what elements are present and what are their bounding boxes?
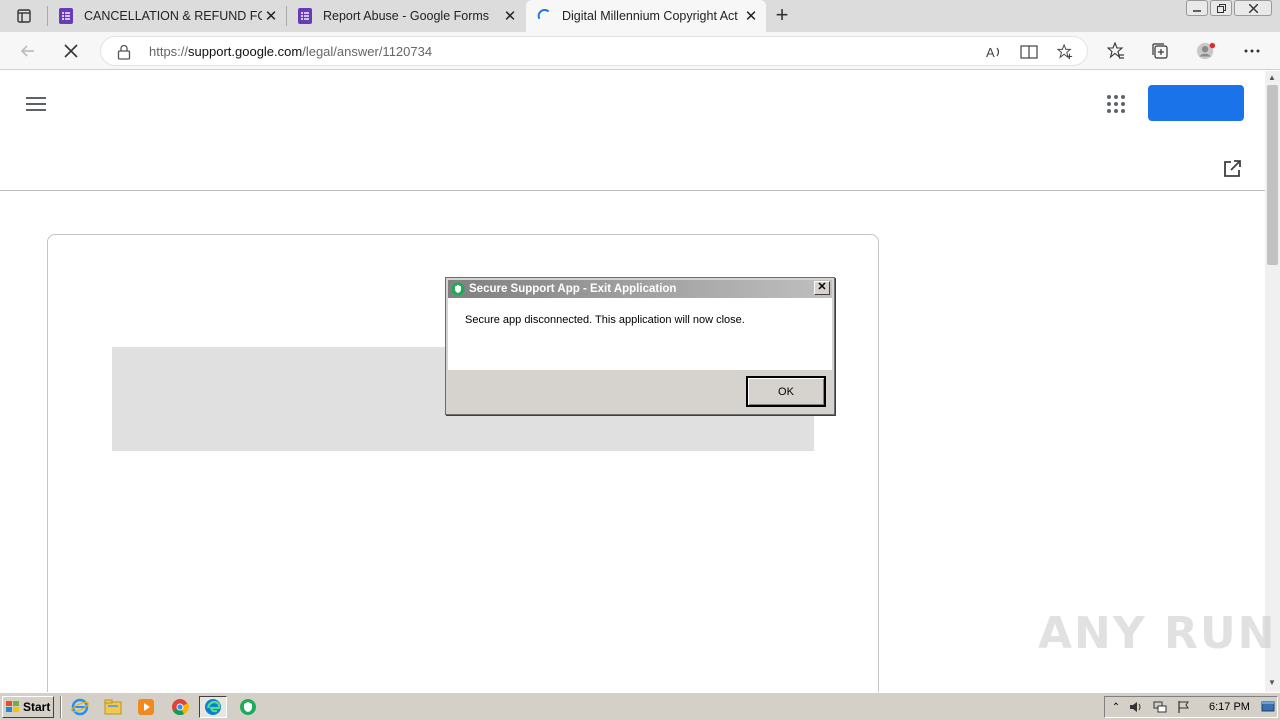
loading-spinner-icon <box>537 8 549 19</box>
taskbar: Start ⌃ 6:17 PM <box>0 692 1280 720</box>
address-bar[interactable]: https://support.google.com/legal/answer/… <box>100 36 1088 66</box>
start-label: Start <box>23 700 51 714</box>
exit-dialog: Secure Support App - Exit Application ✕ … <box>445 277 835 415</box>
folder-icon <box>104 699 122 715</box>
restore-button[interactable] <box>1210 0 1232 16</box>
read-aloud-icon[interactable]: A <box>985 44 1003 60</box>
avatar-icon <box>1196 42 1216 60</box>
media-player-taskbar[interactable] <box>136 697 156 717</box>
page-scrollbar[interactable]: ▲ ▼ <box>1265 71 1280 692</box>
header-divider <box>0 190 1265 191</box>
google-apps-icon[interactable] <box>1107 95 1125 113</box>
close-window-button[interactable] <box>1234 0 1272 16</box>
show-desktop-icon[interactable] <box>1261 700 1275 714</box>
hamburger-menu-icon[interactable] <box>26 97 46 111</box>
tab-actions-button[interactable] <box>8 6 40 26</box>
dialog-body: Secure app disconnected. This applicatio… <box>448 298 832 370</box>
settings-more-button[interactable] <box>1242 41 1262 61</box>
url-host: support.google.com <box>188 44 303 59</box>
dialog-title: Secure Support App - Exit Application <box>469 283 677 295</box>
shield-app-icon <box>240 699 256 715</box>
network-icon[interactable] <box>1153 700 1167 714</box>
volume-icon[interactable] <box>1129 700 1143 714</box>
google-forms-icon <box>59 8 73 24</box>
tab-close-icon[interactable]: ✕ <box>501 7 519 25</box>
show-hidden-icons-icon[interactable]: ⌃ <box>1109 700 1123 714</box>
tab-close-icon[interactable]: ✕ <box>262 7 280 25</box>
media-player-icon <box>138 699 154 715</box>
shield-app-icon <box>451 282 465 296</box>
arrow-left-icon <box>20 45 34 57</box>
watermark: ANY RUN <box>1038 608 1277 659</box>
collections-icon <box>1152 43 1168 59</box>
favorites-button[interactable] <box>1106 41 1126 61</box>
minimize-button[interactable] <box>1186 0 1208 16</box>
google-forms-icon <box>298 8 312 24</box>
tab-dmca[interactable]: Digital Millennium Copyright Act ✕ <box>526 0 766 32</box>
tab-close-icon[interactable]: ✕ <box>742 7 760 25</box>
tab-strip: CANCELLATION & REFUND FOR ✕ Report Abuse… <box>0 0 1280 32</box>
chrome-icon <box>172 699 189 716</box>
scroll-down-icon[interactable]: ▼ <box>1268 678 1276 687</box>
taskbar-clock[interactable]: 6:17 PM <box>1209 701 1250 713</box>
new-tab-button[interactable]: + <box>771 4 793 27</box>
tab-actions-icon <box>17 9 31 23</box>
dialog-close-button[interactable]: ✕ <box>814 281 830 295</box>
edge-taskbar[interactable] <box>199 696 227 718</box>
tab-title: Digital Millennium Copyright Act <box>562 9 738 23</box>
tab-report-abuse[interactable]: Report Abuse - Google Forms ✕ <box>287 0 525 32</box>
window-controls <box>1186 0 1272 16</box>
scroll-up-icon[interactable]: ▲ <box>1268 73 1276 82</box>
url-path: /legal/answer/1120734 <box>302 44 433 59</box>
start-button[interactable]: Start <box>2 696 54 718</box>
url-text[interactable]: https://support.google.com/legal/answer/… <box>149 44 432 59</box>
chrome-taskbar[interactable] <box>170 697 190 717</box>
profile-button[interactable] <box>1196 41 1216 61</box>
add-favorite-icon[interactable] <box>1056 44 1074 60</box>
browser-toolbar: https://support.google.com/legal/answer/… <box>0 32 1280 70</box>
favorites-icon <box>1107 42 1124 59</box>
tab-cancellation-form[interactable]: CANCELLATION & REFUND FOR ✕ <box>48 0 286 32</box>
minimize-icon <box>1193 10 1201 12</box>
collections-button[interactable] <box>1150 41 1170 61</box>
close-icon <box>64 44 78 58</box>
svg-text:A: A <box>986 45 995 60</box>
scroll-thumb[interactable] <box>1267 85 1278 265</box>
internet-explorer-icon <box>71 698 89 716</box>
edge-icon <box>205 699 221 715</box>
ok-button[interactable]: OK <box>746 376 826 407</box>
windows-logo-icon <box>6 701 19 712</box>
dialog-message: Secure app disconnected. This applicatio… <box>465 314 745 326</box>
system-tray: ⌃ 6:17 PM <box>1104 696 1278 718</box>
close-icon <box>1248 3 1258 13</box>
back-button[interactable] <box>14 38 42 64</box>
url-prefix: https:// <box>149 44 189 59</box>
file-explorer-taskbar[interactable] <box>103 697 123 717</box>
restore-icon <box>1216 3 1226 13</box>
tab-title: Report Abuse - Google Forms <box>323 9 490 23</box>
secure-app-taskbar[interactable] <box>238 697 258 717</box>
sign-in-button[interactable] <box>1148 85 1244 121</box>
dialog-titlebar[interactable]: Secure Support App - Exit Application ✕ <box>448 280 832 298</box>
stop-loading-button[interactable] <box>57 38 85 64</box>
lock-icon[interactable] <box>117 44 131 60</box>
internet-explorer-taskbar[interactable] <box>70 697 90 717</box>
action-center-flag-icon[interactable] <box>1177 700 1191 714</box>
immersive-reader-icon[interactable] <box>1020 44 1038 60</box>
open-in-new-icon[interactable] <box>1222 159 1242 179</box>
taskbar-separator <box>60 696 62 718</box>
tab-title: CANCELLATION & REFUND FOR <box>84 9 262 23</box>
more-horizontal-icon <box>1244 49 1260 53</box>
